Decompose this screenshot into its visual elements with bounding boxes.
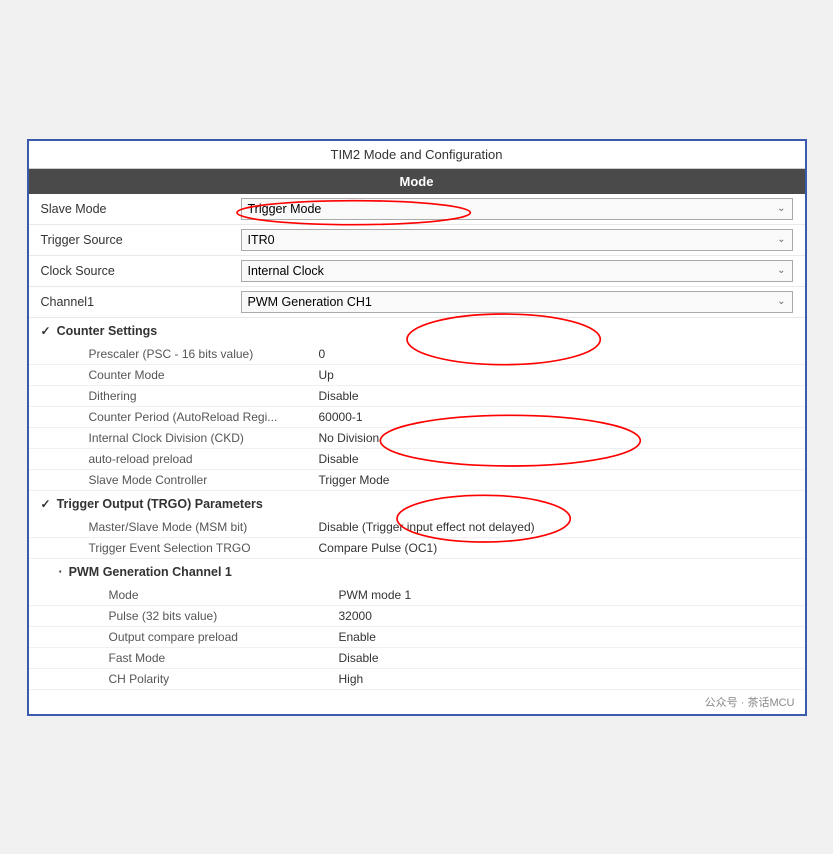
chevron-icon: ⌄: [777, 203, 785, 214]
msm-row: Master/Slave Mode (MSM bit) Disable (Tri…: [29, 517, 805, 538]
counter-period-row: Counter Period (AutoReload Regi... 60000…: [29, 407, 805, 428]
fast-mode-label: Fast Mode: [109, 651, 339, 665]
slave-mode-select[interactable]: Trigger Mode ⌄: [241, 198, 793, 220]
chevron-icon: ⌄: [777, 265, 785, 276]
trigger-source-label: Trigger Source: [41, 233, 241, 247]
slave-mode-ctrl-label: Slave Mode Controller: [89, 473, 319, 487]
output-compare-label: Output compare preload: [109, 630, 339, 644]
bullet-icon: ·: [59, 565, 63, 579]
output-compare-value: Enable: [339, 630, 376, 644]
pwm-mode-value: PWM mode 1: [339, 588, 412, 602]
check-icon: ✓: [41, 497, 51, 511]
clock-source-row: Clock Source Internal Clock ⌄: [29, 256, 805, 287]
fast-mode-value: Disable: [339, 651, 379, 665]
clock-division-value: No Division: [319, 431, 380, 445]
clock-division-label: Internal Clock Division (CKD): [89, 431, 319, 445]
counter-mode-value: Up: [319, 368, 334, 382]
trigger-event-value: Compare Pulse (OC1): [319, 541, 438, 555]
counter-mode-row: Counter Mode Up: [29, 365, 805, 386]
pwm-channel-header: · PWM Generation Channel 1: [29, 559, 805, 585]
counter-settings-header: ✓ Counter Settings: [29, 318, 805, 344]
pwm-mode-row: Mode PWM mode 1: [29, 585, 805, 606]
chevron-icon: ⌄: [777, 296, 785, 307]
clock-source-select[interactable]: Internal Clock ⌄: [241, 260, 793, 282]
msm-value: Disable (Trigger input effect not delaye…: [319, 520, 535, 534]
dithering-label: Dithering: [89, 389, 319, 403]
ch-polarity-value: High: [339, 672, 364, 686]
channel1-row: Channel1 PWM Generation CH1 ⌄: [29, 287, 805, 318]
trigger-source-value: ITR0: [248, 233, 275, 247]
clock-division-row: Internal Clock Division (CKD) No Divisio…: [29, 428, 805, 449]
auto-reload-value: Disable: [319, 452, 359, 466]
clock-source-value: Internal Clock: [248, 264, 324, 278]
output-compare-row: Output compare preload Enable: [29, 627, 805, 648]
trigger-output-header: ✓ Trigger Output (TRGO) Parameters: [29, 491, 805, 517]
trigger-event-row: Trigger Event Selection TRGO Compare Pul…: [29, 538, 805, 559]
counter-period-value: 60000-1: [319, 410, 363, 424]
chevron-icon: ⌄: [777, 234, 785, 245]
mode-section-header: Mode: [29, 169, 805, 194]
prescaler-row: Prescaler (PSC - 16 bits value) 0: [29, 344, 805, 365]
channel1-select[interactable]: PWM Generation CH1 ⌄: [241, 291, 793, 313]
trigger-event-label: Trigger Event Selection TRGO: [89, 541, 319, 555]
slave-mode-label: Slave Mode: [41, 202, 241, 216]
slave-mode-ctrl-value: Trigger Mode: [319, 473, 390, 487]
trigger-output-label: Trigger Output (TRGO) Parameters: [57, 497, 263, 511]
msm-label: Master/Slave Mode (MSM bit): [89, 520, 319, 534]
pulse-row: Pulse (32 bits value) 32000: [29, 606, 805, 627]
counter-mode-label: Counter Mode: [89, 368, 319, 382]
fast-mode-row: Fast Mode Disable: [29, 648, 805, 669]
main-panel: TIM2 Mode and Configuration Mode Slave M…: [27, 139, 807, 716]
prescaler-value: 0: [319, 347, 326, 361]
pulse-label: Pulse (32 bits value): [109, 609, 339, 623]
channel1-label: Channel1: [41, 295, 241, 309]
trigger-source-select[interactable]: ITR0 ⌄: [241, 229, 793, 251]
dithering-value: Disable: [319, 389, 359, 403]
clock-source-label: Clock Source: [41, 264, 241, 278]
ch-polarity-row: CH Polarity High: [29, 669, 805, 690]
main-content: Slave Mode Trigger Mode ⌄ Trigger Source…: [29, 194, 805, 714]
prescaler-label: Prescaler (PSC - 16 bits value): [89, 347, 319, 361]
panel-title: TIM2 Mode and Configuration: [29, 141, 805, 169]
pwm-mode-label: Mode: [109, 588, 339, 602]
slave-mode-ctrl-row: Slave Mode Controller Trigger Mode: [29, 470, 805, 491]
check-icon: ✓: [41, 324, 51, 338]
pulse-value: 32000: [339, 609, 372, 623]
watermark: 公众号 · 茶话MCU: [29, 690, 805, 714]
auto-reload-label: auto-reload preload: [89, 452, 319, 466]
counter-settings-label: Counter Settings: [57, 324, 158, 338]
counter-period-label: Counter Period (AutoReload Regi...: [89, 410, 319, 424]
ch-polarity-label: CH Polarity: [109, 672, 339, 686]
trigger-source-row: Trigger Source ITR0 ⌄: [29, 225, 805, 256]
pwm-channel-label: PWM Generation Channel 1: [69, 565, 232, 579]
channel1-value: PWM Generation CH1: [248, 295, 372, 309]
dithering-row: Dithering Disable: [29, 386, 805, 407]
auto-reload-row: auto-reload preload Disable: [29, 449, 805, 470]
slave-mode-value: Trigger Mode: [248, 202, 322, 216]
slave-mode-row: Slave Mode Trigger Mode ⌄: [29, 194, 805, 225]
